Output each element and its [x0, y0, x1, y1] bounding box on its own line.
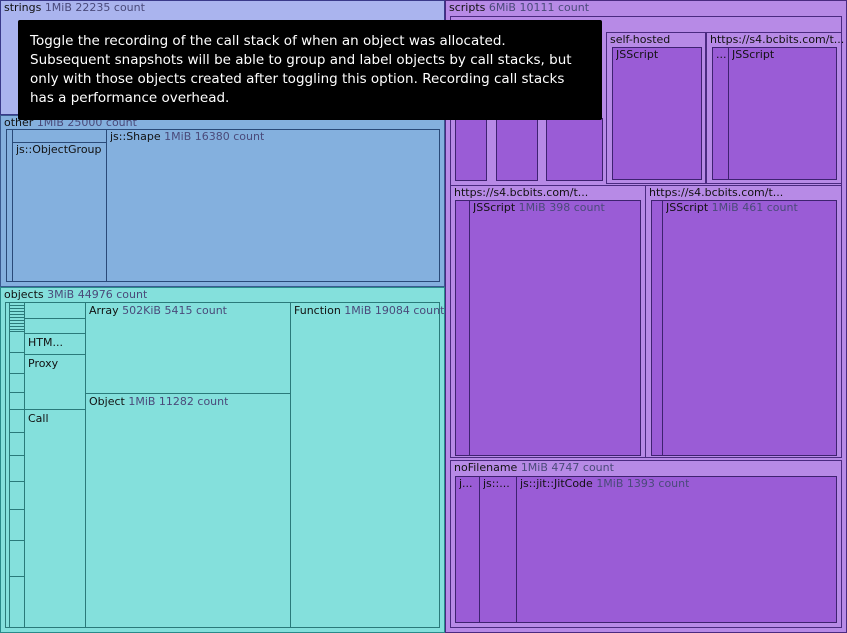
node-name: Array [89, 305, 119, 317]
treemap-node-objects-small[interactable] [9, 352, 25, 374]
treemap-node-jsscript[interactable] [455, 118, 487, 181]
node-name: js::ObjectGroup [16, 144, 102, 156]
node-meta: 1MiB 16380 count [164, 131, 265, 143]
treemap-node-objects-small[interactable] [24, 318, 86, 334]
treemap-node-other-small[interactable] [12, 129, 107, 143]
node-name: JSScript [616, 49, 659, 61]
node-name: j... [459, 478, 473, 490]
treemap-node-jsscript[interactable] [546, 118, 603, 181]
node-name: Proxy [28, 358, 59, 370]
treemap-node-jitcode[interactable]: js::jit::JitCode 1MiB 1393 count [516, 476, 837, 623]
node-name: Function [294, 305, 341, 317]
treemap-node-objects-small[interactable] [9, 409, 25, 433]
node-name: JSScript [666, 202, 709, 214]
node-name: Object [89, 396, 125, 408]
node-name: noFilename [454, 462, 518, 474]
treemap-node-htm[interactable]: HTM... [24, 333, 86, 355]
node-meta: 1MiB 398 count [518, 202, 605, 214]
treemap-node-shape[interactable]: js::Shape 1MiB 16380 count [106, 129, 440, 282]
treemap-node-objectgroup[interactable]: js::ObjectGroup [12, 142, 107, 282]
node-name: js::... [483, 478, 510, 490]
node-meta: 6MiB 10111 count [488, 2, 590, 14]
treemap-node-jsscript[interactable]: JSScript [612, 47, 702, 180]
node-name: Call [28, 413, 49, 425]
treemap-node-jsscript[interactable]: JSScript 1MiB 461 count [662, 200, 837, 456]
treemap-node-jsscript-small[interactable]: ... [712, 47, 729, 180]
node-name: objects [4, 289, 44, 301]
node-meta: 1MiB 19084 count [344, 305, 445, 317]
treemap-node-jsscript[interactable] [496, 118, 538, 181]
node-meta: 3MiB 44976 count [47, 289, 148, 301]
treemap-node-objects-small[interactable] [9, 540, 25, 577]
treemap-node-objects-small[interactable] [24, 302, 86, 319]
node-name: js::Shape [110, 131, 161, 143]
node-meta: 502KiB 5415 count [122, 305, 227, 317]
treemap-node-jsscript[interactable]: JSScript 1MiB 398 count [469, 200, 641, 456]
node-meta: 1MiB 461 count [711, 202, 798, 214]
node-name: scripts [449, 2, 486, 14]
treemap-node-objects-small[interactable] [9, 455, 25, 482]
node-meta: 1MiB 11282 count [128, 396, 229, 408]
treemap-node-objects-small[interactable] [9, 432, 25, 456]
node-meta: 1MiB 1393 count [596, 478, 690, 490]
node-name: strings [4, 2, 42, 14]
treemap-node-function[interactable]: Function 1MiB 19084 count [290, 302, 444, 628]
node-name: https://s4.bcbits.com/t... [649, 187, 784, 199]
treemap-node-objects-small[interactable] [9, 576, 25, 628]
treemap-node-jsscript[interactable]: JSScript [728, 47, 837, 180]
treemap-node-js[interactable]: js::... [479, 476, 517, 623]
treemap-node-proxy[interactable]: Proxy [24, 354, 86, 410]
node-name: ... [716, 49, 727, 61]
node-name: HTM... [28, 337, 63, 349]
record-call-stacks-tooltip: Toggle the recording of the call stack o… [18, 20, 602, 120]
node-name: https://s4.bcbits.com/t... [454, 187, 589, 199]
treemap-node-objects-small[interactable] [9, 331, 25, 353]
node-meta: 1MiB 4747 count [520, 462, 614, 474]
treemap-node-objects-small[interactable] [9, 302, 25, 332]
node-name: js::jit::JitCode [520, 478, 593, 490]
treemap-node-objects-small[interactable] [9, 481, 25, 510]
treemap-node-objects-small[interactable] [9, 392, 25, 410]
node-meta: 1MiB 22235 count [44, 2, 145, 14]
treemap-node-object[interactable]: Object 1MiB 11282 count [85, 393, 291, 628]
treemap-node-jsscript-small[interactable] [455, 200, 470, 456]
treemap-node-objects-small[interactable] [9, 509, 25, 541]
node-name: self-hosted [610, 34, 671, 46]
treemap-node-array[interactable]: Array 502KiB 5415 count [85, 302, 291, 394]
node-name: JSScript [473, 202, 516, 214]
treemap-node-objects-small[interactable] [9, 373, 25, 393]
treemap-node-call[interactable]: Call [24, 409, 86, 628]
node-name: https://s4.bcbits.com/t... [710, 34, 845, 46]
node-name: JSScript [732, 49, 775, 61]
treemap-node-j[interactable]: j... [455, 476, 480, 623]
